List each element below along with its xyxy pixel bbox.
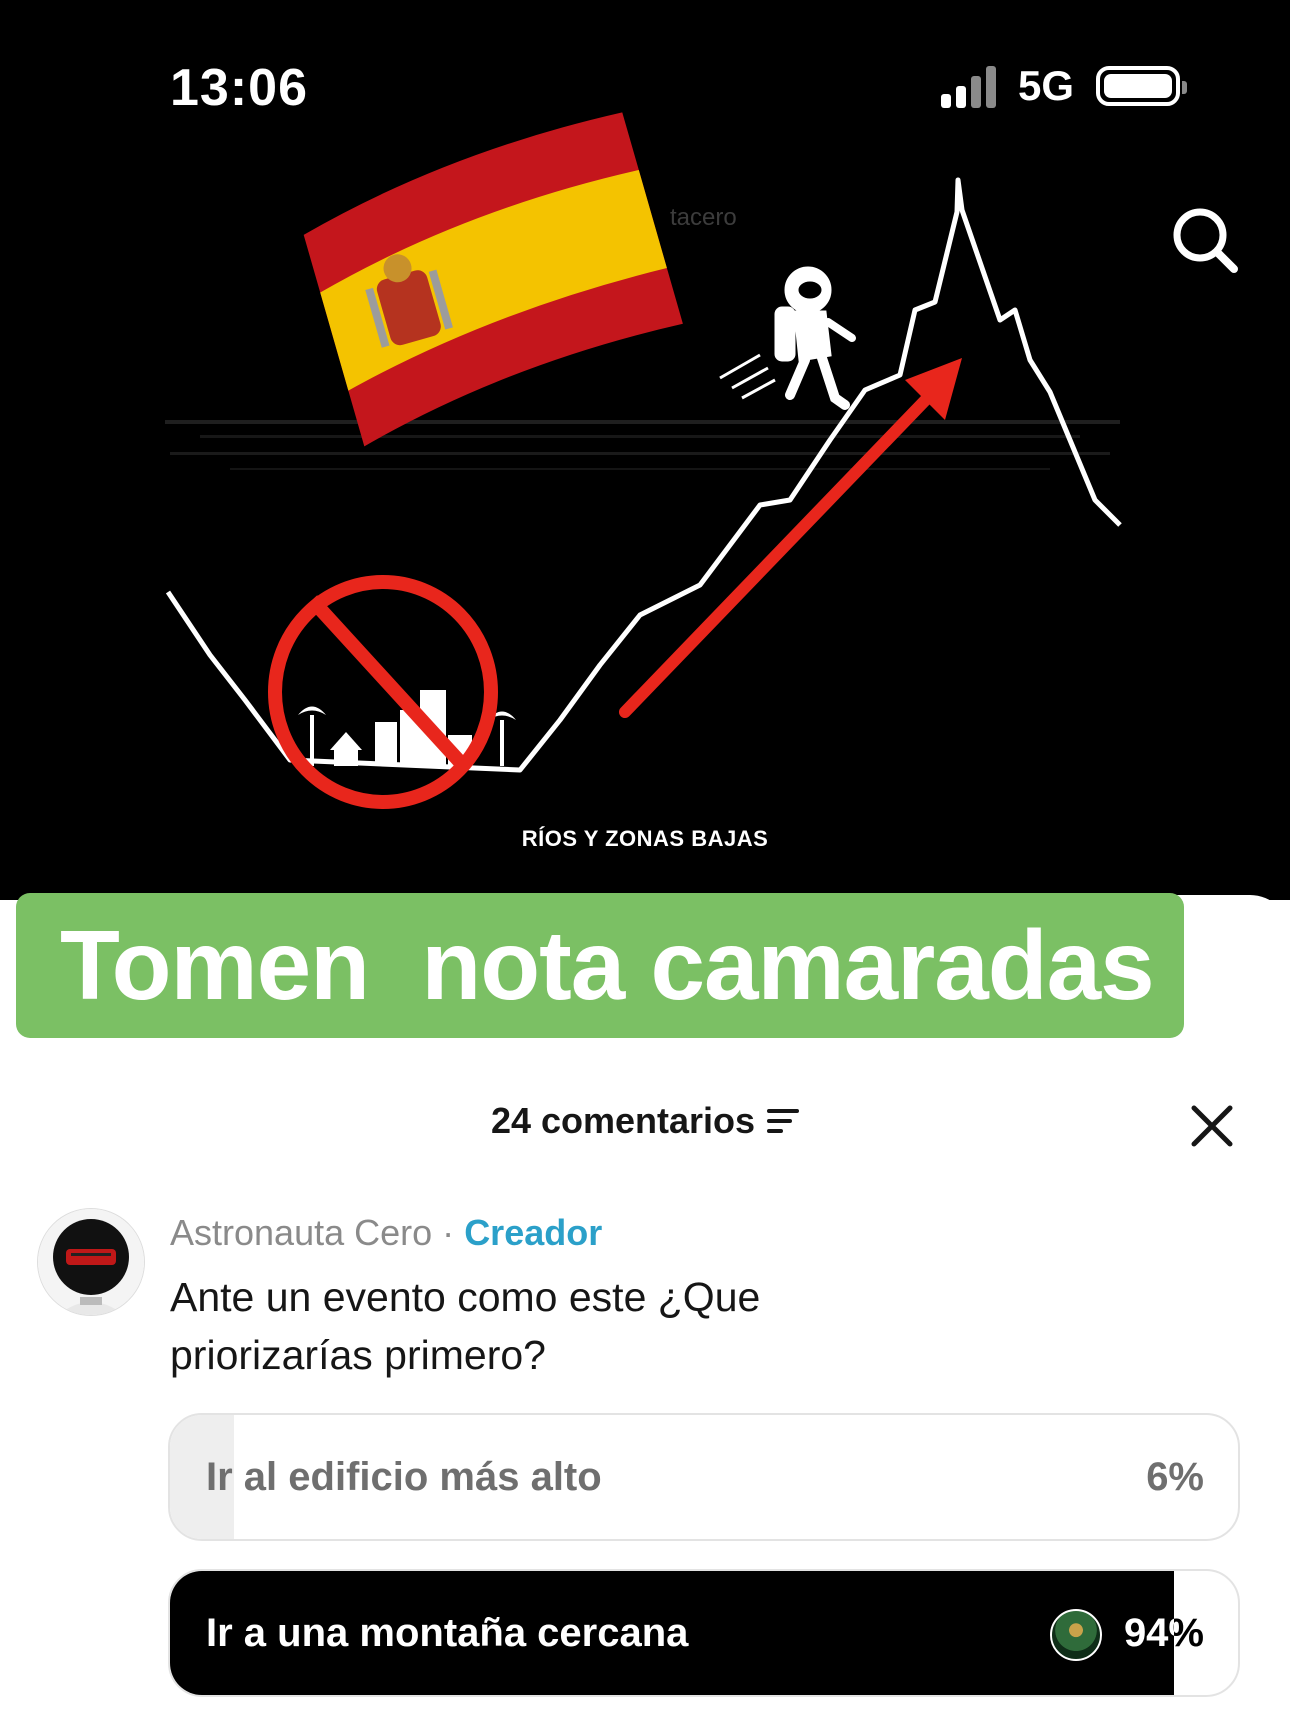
battery-icon: [1096, 66, 1187, 106]
status-time: 13:06: [170, 59, 308, 117]
avatar[interactable]: [37, 1208, 145, 1316]
video-caption-text: Tomen nota camaradas: [60, 910, 1155, 1020]
arrow-icon: [619, 379, 946, 718]
poll-option-percent: 94%: [1123, 1611, 1204, 1655]
comments-count: 24 comentarios: [490, 1100, 756, 1141]
scene-label: RÍOS Y ZONAS BAJAS: [521, 826, 769, 851]
video-player[interactable]: 13:06 5G tacero RÍOS Y ZONAS BAJAS: [0, 0, 1290, 900]
video-caption-banner: Tomen nota camaradas: [16, 893, 1184, 1038]
comment-item: Astronauta Cero · Creador Ante un evento…: [170, 1212, 1250, 1384]
comment-text: Ante un evento como este ¿Que priorizarí…: [170, 1274, 761, 1378]
status-indicators: 5G: [940, 62, 1187, 110]
glitch-band: [165, 420, 1120, 470]
comment-author-line: Astronauta Cero · Creador: [170, 1212, 1250, 1254]
poll-option-percent: 6%: [1146, 1455, 1204, 1499]
creator-badge: Creador: [464, 1212, 603, 1253]
author-separator: ·: [442, 1212, 455, 1253]
poll-option-label: Ir al edificio más alto: [206, 1455, 602, 1499]
filter-icon: [767, 1109, 800, 1133]
spain-flag-icon: [303, 112, 683, 447]
comments-header: 24 comentarios: [0, 1100, 1290, 1142]
astronaut-icon: [719, 266, 856, 410]
search-icon[interactable]: [1170, 205, 1240, 275]
network-type: 5G: [1017, 62, 1074, 109]
poll-option-label: Ir a una montaña cercana: [206, 1611, 689, 1655]
no-entry-icon: [268, 575, 498, 809]
comments-sort-toggle[interactable]: 24 comentarios: [490, 1100, 800, 1142]
close-icon[interactable]: [1188, 1102, 1236, 1150]
signal-icon: [940, 64, 996, 108]
video-watermark: tacero: [670, 204, 737, 231]
poll-option-tallest-building[interactable]: Ir al edificio más alto 6%: [168, 1413, 1240, 1541]
voter-avatar: [1050, 1609, 1102, 1661]
video-scene: [165, 112, 1122, 809]
comment-author[interactable]: Astronauta Cero: [170, 1212, 432, 1253]
poll-option-nearby-mountain[interactable]: Ir a una montaña cercana 94%: [168, 1569, 1240, 1697]
